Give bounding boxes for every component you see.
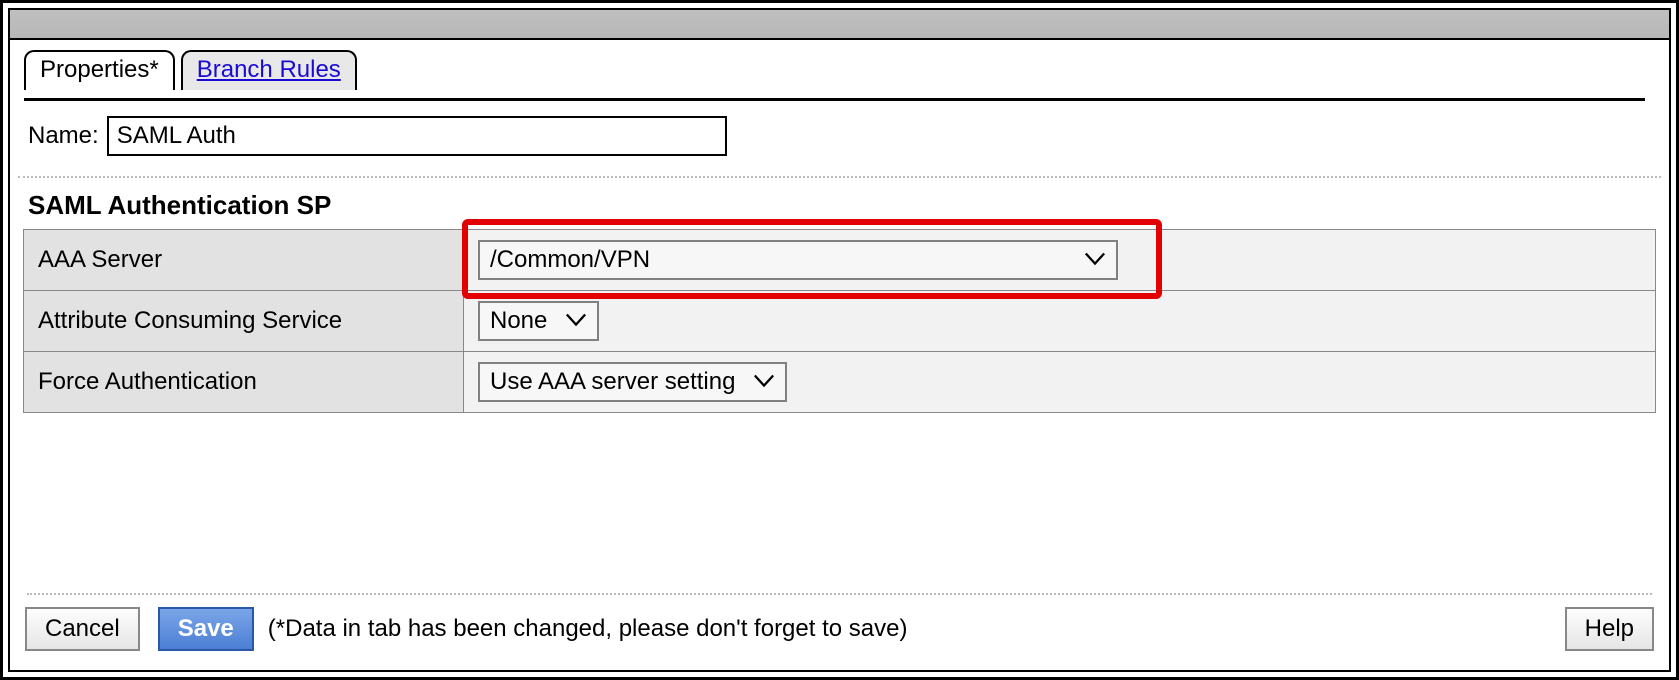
force-authentication-label: Force Authentication: [24, 352, 464, 413]
tabs-underline: [24, 98, 1645, 101]
help-button-label: Help: [1585, 615, 1634, 642]
help-button[interactable]: Help: [1565, 607, 1654, 651]
unsaved-changes-message: (*Data in tab has been changed, please d…: [268, 615, 908, 643]
save-button[interactable]: Save: [158, 607, 254, 651]
footer-separator: [27, 593, 1652, 595]
cancel-button-label: Cancel: [45, 615, 120, 642]
cancel-button[interactable]: Cancel: [25, 607, 140, 651]
aaa-server-label: AAA Server: [24, 230, 464, 291]
name-input[interactable]: [107, 116, 727, 156]
section-title: SAML Authentication SP: [28, 190, 1669, 221]
chevron-down-icon: [565, 307, 587, 335]
window-titlebar: [10, 10, 1669, 40]
save-button-label: Save: [178, 615, 234, 642]
chevron-down-icon: [1084, 246, 1106, 274]
tab-branch-rules[interactable]: Branch Rules: [181, 50, 357, 90]
force-authentication-select[interactable]: Use AAA server setting: [478, 362, 787, 402]
chevron-down-icon: [753, 368, 775, 396]
name-label: Name:: [28, 122, 99, 150]
aaa-server-select[interactable]: /Common/VPN: [478, 240, 1118, 280]
aaa-server-value: /Common/VPN: [490, 246, 650, 274]
attribute-consuming-service-select[interactable]: None: [478, 301, 599, 341]
attribute-consuming-service-value: None: [490, 307, 547, 335]
tab-properties[interactable]: Properties*: [24, 50, 175, 90]
tab-branch-rules-link[interactable]: Branch Rules: [197, 56, 341, 83]
section-separator: [18, 176, 1661, 178]
force-authentication-value: Use AAA server setting: [490, 368, 735, 396]
tab-properties-label: Properties*: [40, 56, 159, 83]
attribute-consuming-service-label: Attribute Consuming Service: [24, 291, 464, 352]
